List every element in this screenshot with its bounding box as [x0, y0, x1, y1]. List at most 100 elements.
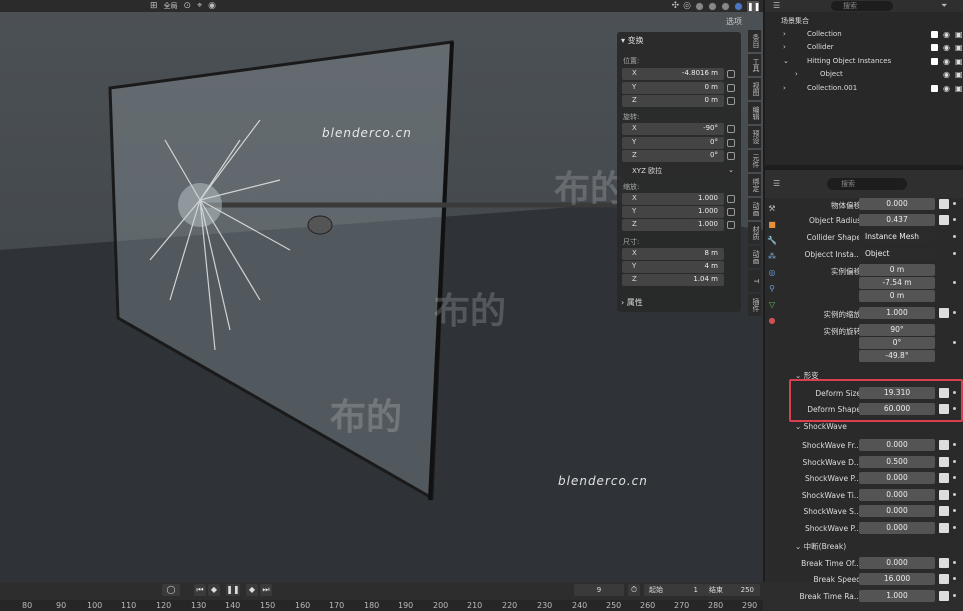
sidebar-tab[interactable]: 绑定 [748, 174, 761, 196]
3d-viewport[interactable]: ⊞ 全局 ⊙ ⌖ ◉ ✣ ◎ ❚❚ 选项 blenderco.cn blende… [0, 0, 763, 611]
data-tab-icon[interactable]: ▽ [767, 300, 777, 310]
property-field[interactable]: 0.000 [859, 522, 935, 534]
keyframe-icon[interactable] [939, 574, 949, 584]
dot-icon[interactable] [953, 493, 956, 496]
jump-end-icon[interactable]: ⏭ [260, 584, 272, 596]
property-field[interactable]: 0 m [859, 290, 935, 302]
lock-icon[interactable] [727, 195, 735, 203]
jump-start-icon[interactable]: ⏮ [194, 584, 206, 596]
checkbox[interactable] [931, 58, 938, 65]
sidebar-tab[interactable]: 视图 [748, 78, 761, 100]
sidebar-tab[interactable]: 动画 [748, 198, 761, 220]
camera-icon[interactable]: ▣ [955, 70, 963, 79]
lock-icon[interactable] [727, 139, 735, 147]
solid-shading-icon[interactable] [708, 1, 717, 11]
property-field[interactable]: 0° [859, 337, 935, 349]
sidebar-tab[interactable]: 工具 [748, 54, 761, 76]
outliner-row[interactable]: › Collection.001 ◉ ▣ [765, 82, 963, 95]
sidebar-tab[interactable]: 条目 [748, 30, 761, 52]
dot-icon[interactable] [953, 235, 956, 238]
keyframe-icon[interactable] [939, 558, 949, 568]
dot-icon[interactable] [953, 281, 956, 284]
property-field[interactable]: -49.8° [859, 350, 935, 362]
eye-icon[interactable]: ◉ [943, 30, 950, 39]
sidebar-tab[interactable]: T [748, 270, 761, 292]
dot-icon[interactable] [953, 561, 956, 564]
material-tab-icon[interactable]: ● [767, 316, 777, 326]
sidebar-tab[interactable]: 预设 [748, 126, 761, 148]
sidebar-tab[interactable]: 材质 [748, 222, 761, 244]
shockwave-section-header[interactable]: ⌄ ShockWave [795, 422, 847, 431]
transform-title[interactable]: ▾ 变换 [621, 35, 644, 46]
editor-type-icon[interactable]: ☰ [773, 179, 780, 188]
dot-icon[interactable] [953, 476, 956, 479]
filter-icon[interactable]: ⏷ [941, 1, 947, 11]
dimensions-y-field[interactable]: Y 4 m [622, 261, 724, 273]
lock-icon[interactable] [727, 84, 735, 92]
eye-icon[interactable]: ◉ [943, 57, 950, 66]
sidebar-tab[interactable]: 动画 [748, 246, 761, 268]
rotation-mode-select[interactable]: XYZ 欧拉 ⌄ [622, 165, 738, 177]
property-field[interactable]: 0.000 [859, 557, 935, 569]
eye-icon[interactable]: ◉ [943, 70, 950, 79]
expand-icon[interactable]: › [783, 30, 786, 38]
rotation-y-field[interactable]: Y 0° [622, 137, 724, 149]
dot-icon[interactable] [953, 341, 956, 344]
rotation-x-field[interactable]: X -90° [622, 123, 724, 135]
keyframe-icon[interactable] [939, 523, 949, 533]
dot-icon[interactable] [953, 443, 956, 446]
lock-icon[interactable] [727, 208, 735, 216]
pause-icon[interactable]: ❚❚ [226, 584, 240, 596]
keyframe-icon[interactable] [939, 473, 949, 483]
wireframe-shading-icon[interactable] [695, 1, 704, 11]
property-field[interactable]: 0.437 [859, 214, 935, 226]
prev-keyframe-icon[interactable]: ◆ [208, 584, 220, 596]
next-keyframe-icon[interactable]: ◆ [246, 584, 258, 596]
properties-subpanel[interactable]: › 属性 [621, 297, 643, 308]
scale-x-field[interactable]: X 1.000 [622, 193, 724, 205]
property-field[interactable]: 0 m [859, 264, 935, 276]
stopwatch-icon[interactable]: ⏱ [628, 584, 640, 596]
dot-icon[interactable] [953, 311, 956, 314]
property-field[interactable]: 90° [859, 324, 935, 336]
current-frame-field[interactable]: 9 [574, 584, 624, 596]
keying-icon[interactable]: ◯ [162, 584, 180, 596]
lock-icon[interactable] [727, 125, 735, 133]
outliner-row[interactable]: ⌄ Hitting Object Instances ◉ ▣ [765, 55, 963, 68]
rendered-shading-icon[interactable] [734, 1, 743, 11]
keyframe-icon[interactable] [939, 457, 949, 467]
property-field[interactable]: 0.000 [859, 472, 935, 484]
keyframe-icon[interactable] [939, 308, 949, 318]
gizmo-icon[interactable]: ✣ [672, 1, 680, 11]
keyframe-icon[interactable] [939, 199, 949, 209]
particles-tab-icon[interactable]: ⁂ [767, 252, 777, 262]
location-z-field[interactable]: Z 0 m [622, 95, 724, 107]
keyframe-icon[interactable] [939, 215, 949, 225]
lock-icon[interactable] [727, 221, 735, 229]
dot-icon[interactable] [953, 218, 956, 221]
physics-tab-icon[interactable]: ◎ [767, 268, 777, 278]
checkbox[interactable] [931, 44, 938, 51]
start-frame-field[interactable]: 起始 1 [644, 584, 704, 596]
pause-render-button[interactable]: ❚❚ [747, 0, 760, 12]
keyframe-icon[interactable] [939, 440, 949, 450]
material-shading-icon[interactable] [721, 1, 730, 11]
collider-shape-select[interactable]: Instance Mesh [859, 231, 935, 243]
keyframe-icon[interactable] [939, 490, 949, 500]
location-y-field[interactable]: Y 0 m [622, 82, 724, 94]
sidebar-tab[interactable]: 编辑 [748, 102, 761, 124]
pivot-icon[interactable]: ⊙ [184, 1, 192, 11]
camera-icon[interactable]: ▣ [955, 57, 963, 66]
location-x-field[interactable]: X -4.8016 m [622, 68, 724, 80]
lock-icon[interactable] [727, 97, 735, 105]
checkbox[interactable] [931, 31, 938, 38]
dot-icon[interactable] [953, 509, 956, 512]
snap-icon[interactable]: ⌖ [197, 1, 202, 11]
keyframe-icon[interactable] [939, 591, 949, 601]
dot-icon[interactable] [953, 526, 956, 529]
lock-icon[interactable] [727, 152, 735, 160]
global-dropdown[interactable]: 全局 [164, 1, 178, 11]
property-field[interactable]: 0.000 [859, 489, 935, 501]
outliner-row[interactable]: › Collider ◉ ▣ [765, 41, 963, 54]
object-tab-icon[interactable]: ■ [767, 220, 777, 230]
